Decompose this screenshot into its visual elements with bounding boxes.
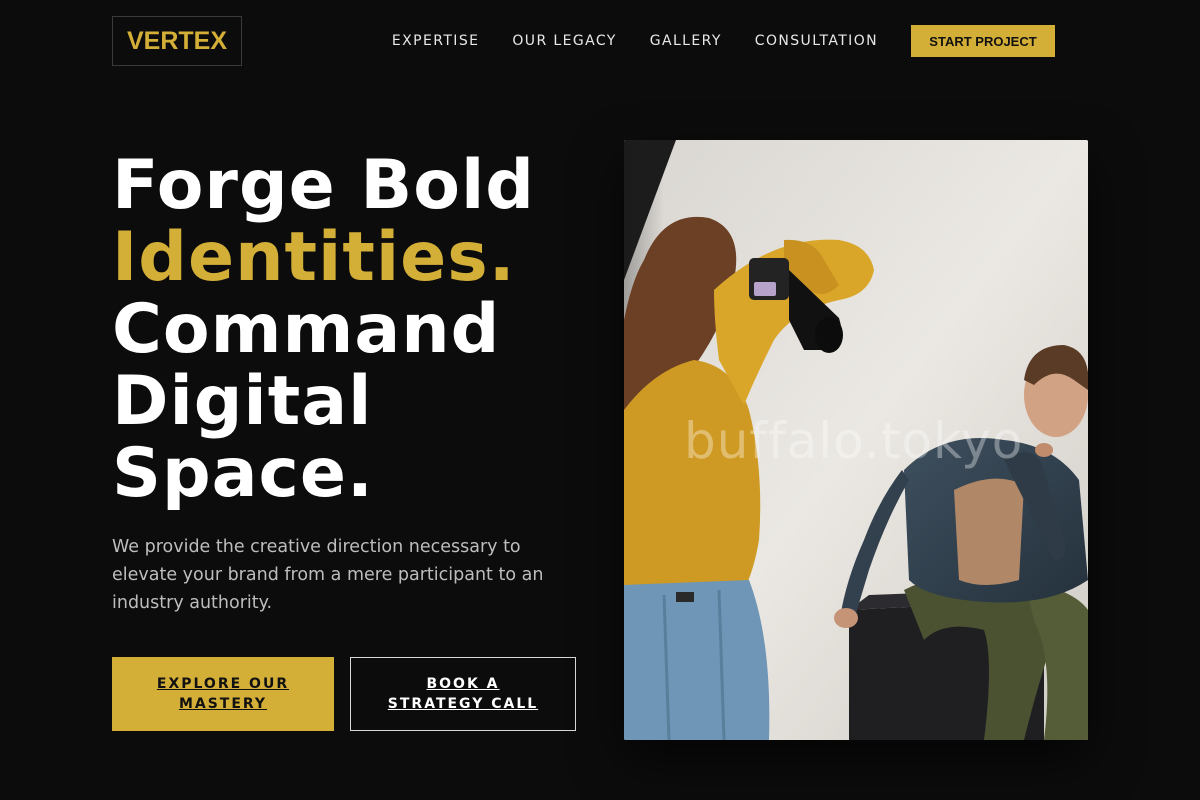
headline-accent: Identities. (112, 218, 516, 297)
landing-page: VERTEX EXPERTISE OUR LEGACY GALLERY CONS… (0, 0, 1200, 800)
headline-line: Space. (112, 434, 374, 513)
nav-item-gallery[interactable]: GALLERY (650, 33, 722, 49)
start-project-button[interactable]: START PROJECT (911, 25, 1055, 57)
photo-watermark: buffalo.tokyo (684, 412, 1024, 470)
hero-photo: buffalo.tokyo (624, 140, 1088, 740)
book-strategy-call-button[interactable]: BOOK A STRATEGY CALL (350, 657, 576, 731)
headline-line: Forge Bold (112, 146, 535, 225)
nav-item-our-legacy[interactable]: OUR LEGACY (512, 33, 616, 49)
headline-line: Digital (112, 362, 373, 441)
hero-headline: Forge Bold Identities. Command Digital S… (112, 150, 535, 510)
main-nav: EXPERTISE OUR LEGACY GALLERY CONSULTATIO… (392, 25, 1088, 57)
nav-item-expertise[interactable]: EXPERTISE (392, 33, 479, 49)
brand-logo[interactable]: VERTEX (112, 16, 242, 66)
explore-mastery-button[interactable]: EXPLORE OUR MASTERY (112, 657, 334, 731)
hero-subtitle: We provide the creative direction necess… (112, 537, 544, 613)
nav-item-consultation[interactable]: CONSULTATION (755, 33, 878, 49)
headline-line: Command (112, 290, 501, 369)
